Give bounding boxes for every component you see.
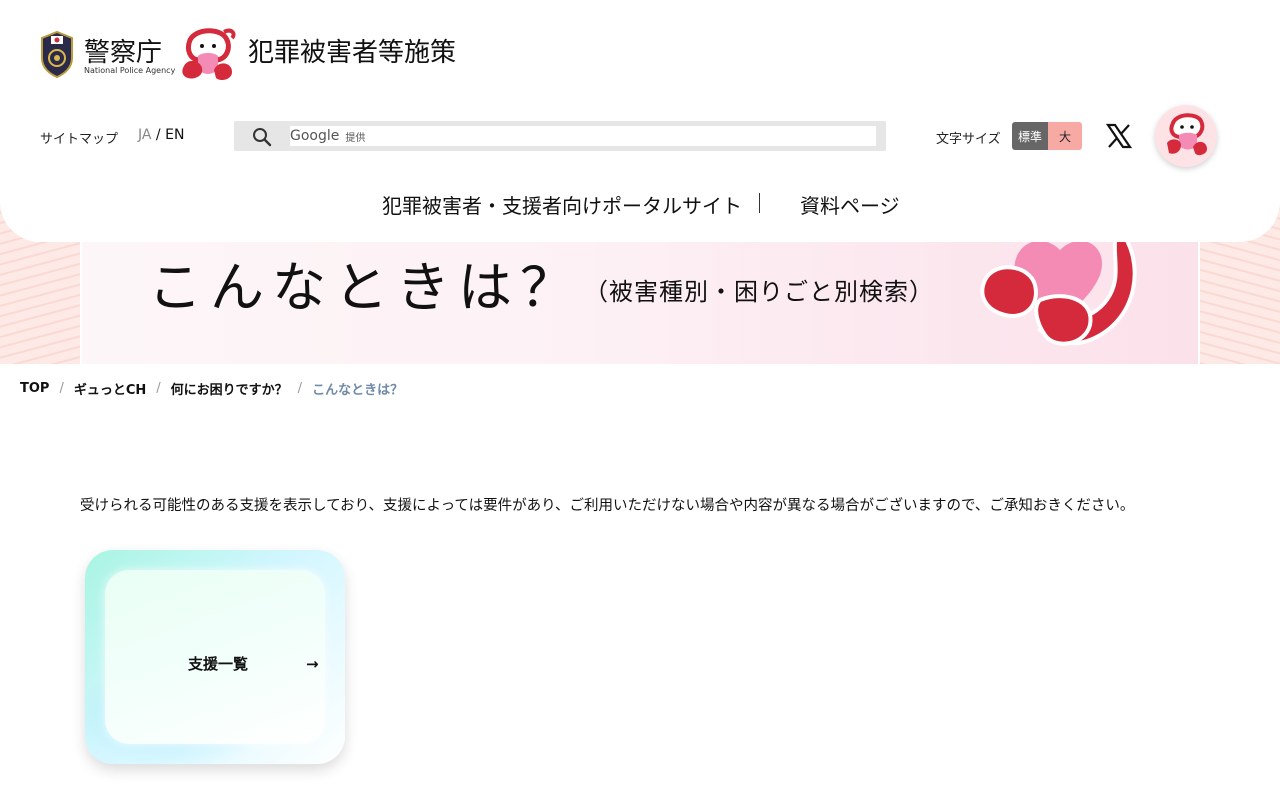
- lang-ja-link[interactable]: JA: [138, 127, 151, 143]
- arrow-right-icon: →: [306, 655, 319, 673]
- support-list-card[interactable]: 支援一覧 →: [85, 550, 345, 764]
- nav-documents[interactable]: 資料ページ: [800, 190, 900, 219]
- lang-separator: /: [155, 127, 161, 143]
- font-size-label: 文字サイズ: [936, 132, 1001, 147]
- breadcrumb-top[interactable]: TOP: [20, 381, 49, 396]
- card-label: 支援一覧: [188, 655, 249, 673]
- font-size-standard-button[interactable]: 標準: [1012, 122, 1048, 150]
- breadcrumb-separator: /: [59, 381, 64, 396]
- nav-divider: [759, 193, 760, 213]
- site-search: Google 提供: [234, 121, 886, 151]
- page-title: こんなときは？: [148, 256, 582, 319]
- site-logo[interactable]: 犯罪被害者等施策: [180, 26, 480, 82]
- breadcrumb-what-trouble[interactable]: 何にお困りですか？: [171, 379, 288, 398]
- agency-name-en: National Police Agency: [84, 66, 176, 75]
- search-icon[interactable]: [252, 127, 272, 147]
- mascot-avatar-button[interactable]: [1155, 105, 1217, 167]
- search-input[interactable]: Google 提供: [290, 126, 876, 146]
- breadcrumb-current: こんなときは？: [312, 383, 404, 398]
- site-header: 警察庁 National Police Agency 犯罪被害者等施策 サイトマ…: [0, 0, 1280, 242]
- nav-portal-site[interactable]: 犯罪被害者・支援者向けポータルサイト: [382, 190, 742, 219]
- search-provider-brand: Google: [290, 128, 340, 144]
- language-switcher: JA / EN: [138, 127, 184, 143]
- agency-name: 警察庁: [84, 38, 163, 68]
- search-provider-suffix: 提供: [345, 132, 366, 144]
- mascot-icon: [1167, 113, 1207, 156]
- site-title: 犯罪被害者等施策: [248, 38, 457, 68]
- x-logo-icon[interactable]: [1106, 123, 1132, 149]
- breadcrumb-separator: /: [297, 381, 303, 396]
- breadcrumb-gyutto-ch[interactable]: ギュっとCH: [74, 379, 146, 398]
- lang-en-link[interactable]: EN: [165, 127, 184, 143]
- support-notice: 受けられる可能性のある支援を表示しており、支援によっては要件があり、ご利用いただ…: [80, 498, 1135, 514]
- sitemap-link[interactable]: サイトマップ: [40, 128, 118, 147]
- breadcrumb-separator: /: [156, 381, 161, 396]
- breadcrumb: TOP / ギュっとCH / 何にお困りですか？ / こんなときは？: [20, 379, 403, 398]
- page-subtitle: （被害種別・困りごと別検索）: [584, 278, 934, 306]
- mascot-icon: [182, 28, 236, 80]
- npa-logo[interactable]: 警察庁 National Police Agency: [38, 30, 175, 80]
- police-emblem-icon: [41, 30, 73, 78]
- font-size-large-button[interactable]: 大: [1048, 122, 1082, 150]
